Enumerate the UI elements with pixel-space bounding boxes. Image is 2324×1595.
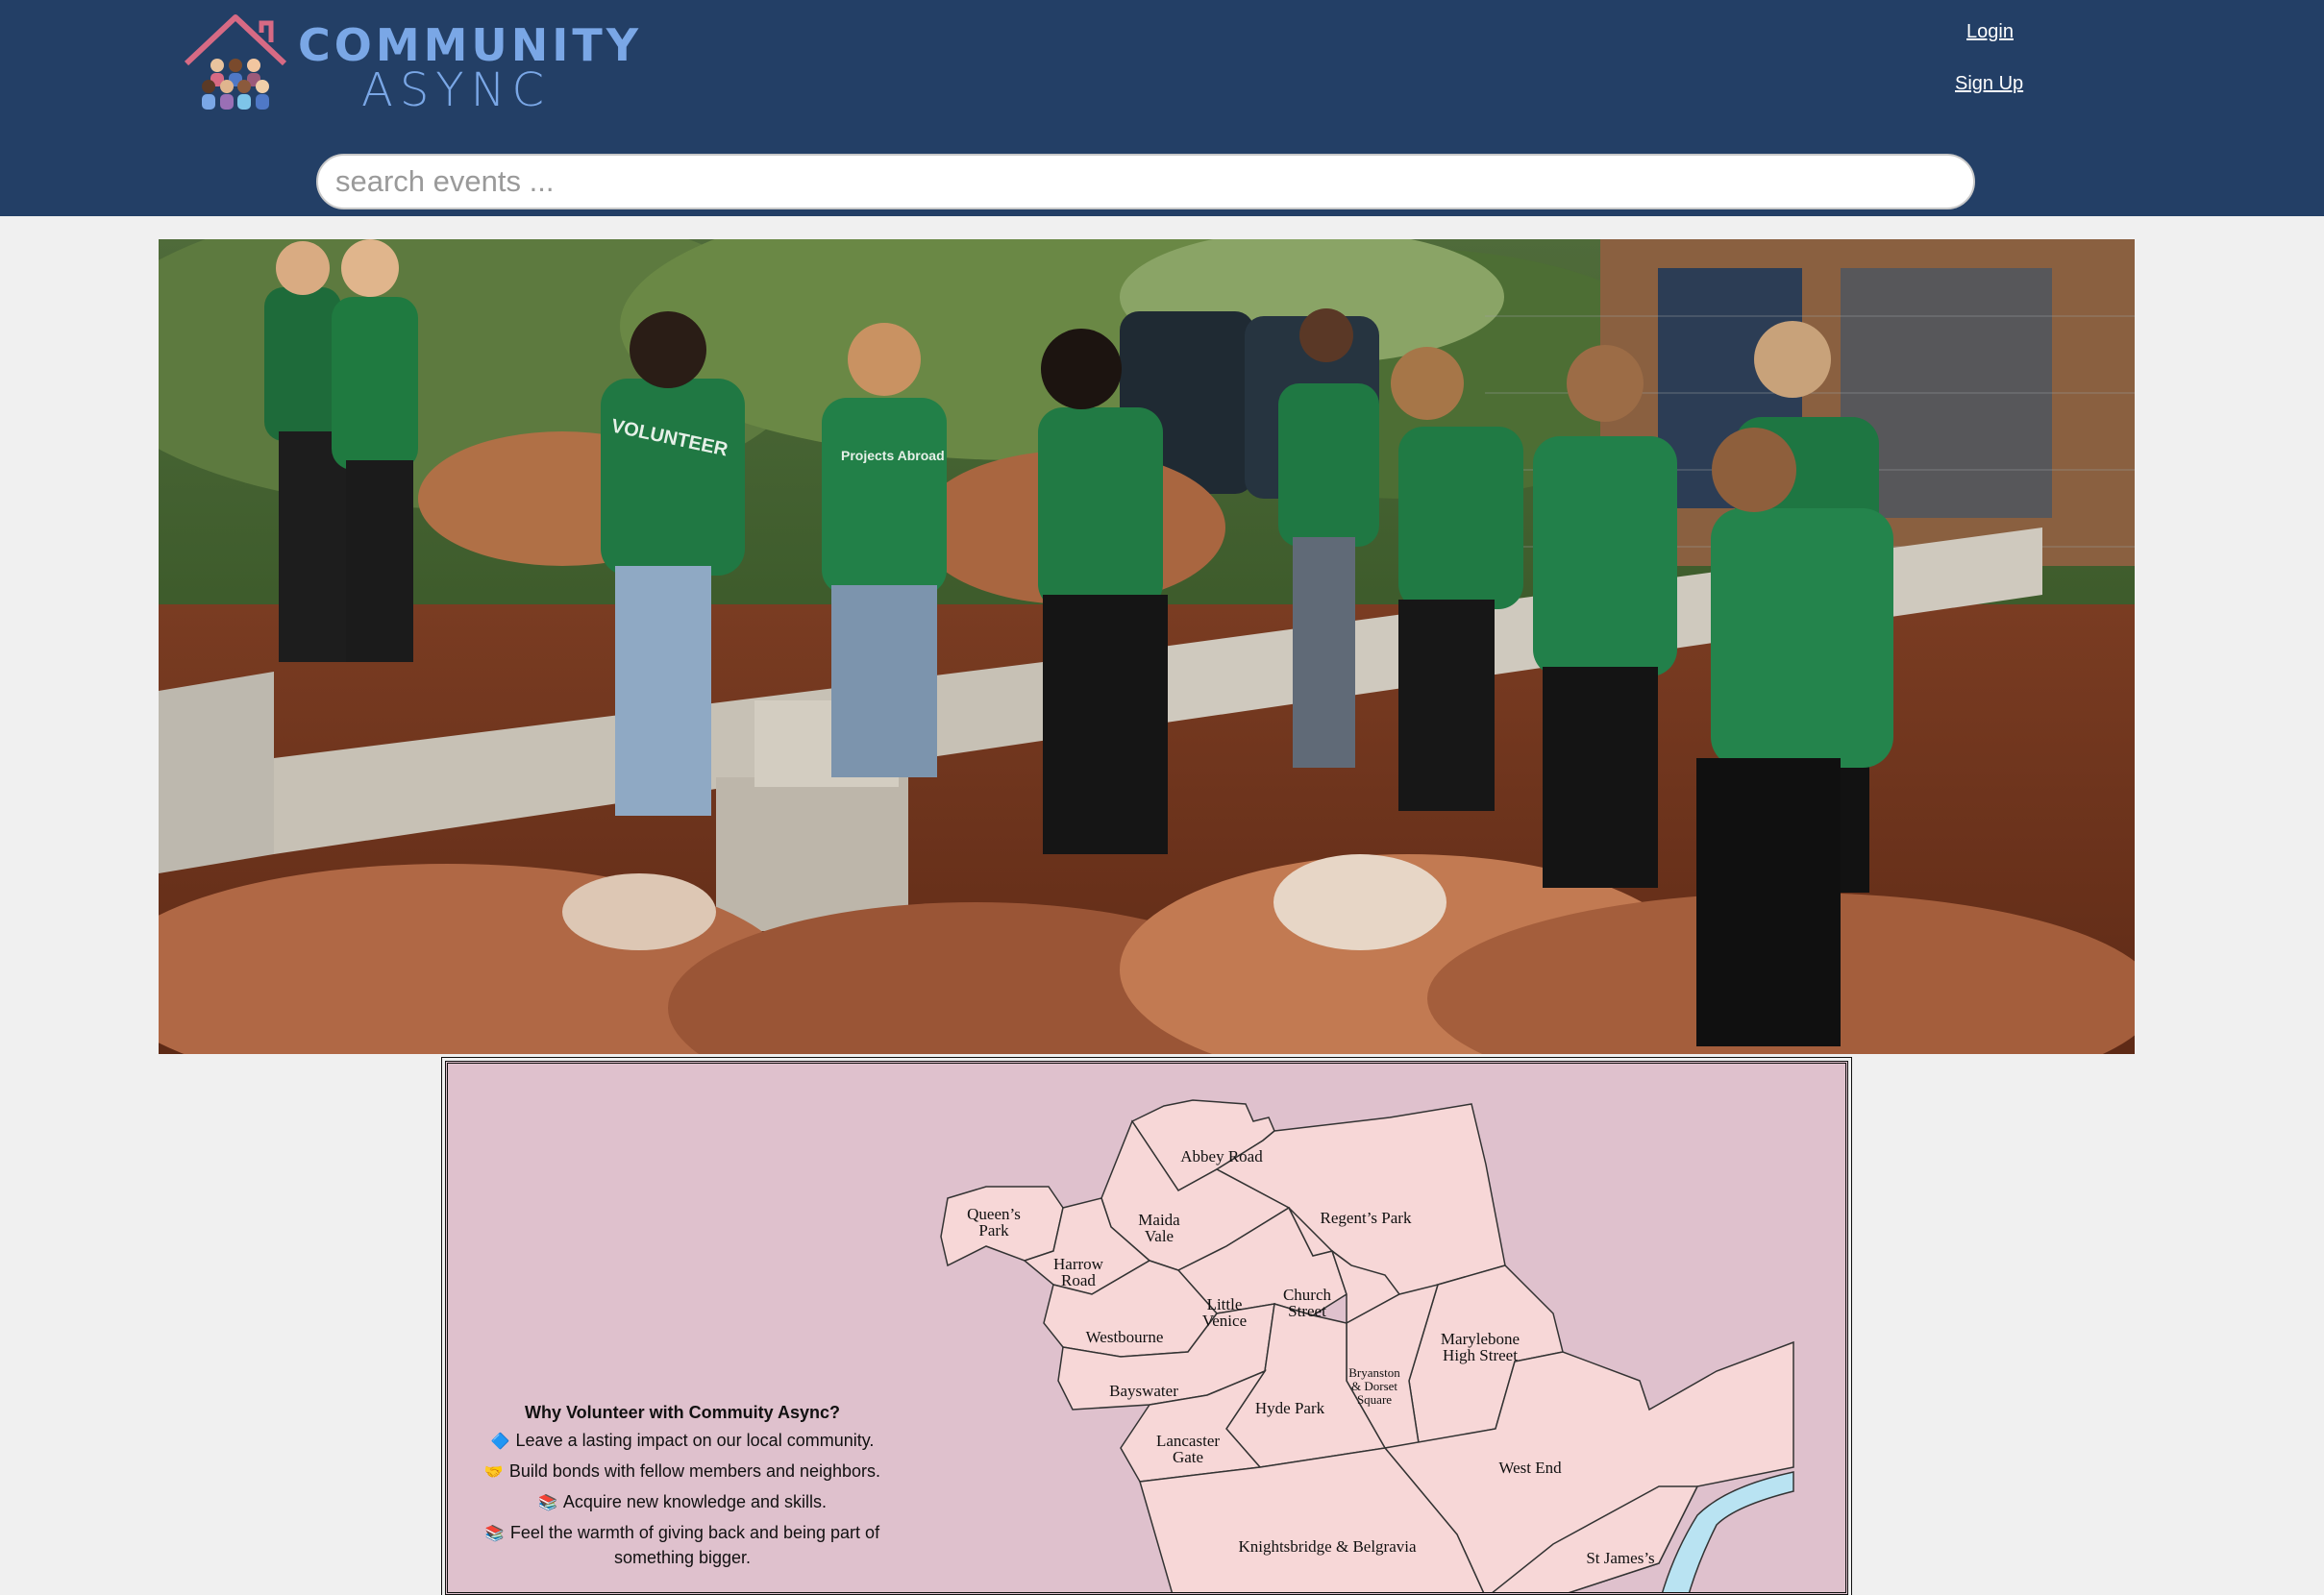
label-st-james: St James’s — [1586, 1549, 1654, 1567]
why-item-text: Build bonds with fellow members and neig… — [508, 1461, 881, 1481]
why-item-text: Leave a lasting impact on our local comm… — [515, 1431, 875, 1450]
logo-text-async: ASYNC — [361, 63, 552, 117]
handshake-icon: 🤝 — [483, 1464, 504, 1481]
label-bryanston-line: Square — [1357, 1392, 1392, 1407]
label-harrow-road-line: Road — [1061, 1271, 1096, 1289]
label-little-venice-line: Venice — [1202, 1312, 1247, 1330]
label-marylebone-line: High Street — [1443, 1346, 1518, 1364]
label-abbey-road: Abbey Road — [1180, 1147, 1263, 1166]
search-input[interactable] — [316, 154, 1975, 209]
why-item-giving-back: 📚 Feel the warmth of giving back and bein… — [471, 1521, 894, 1569]
why-volunteer-title: Why Volunteer with Commuity Async? — [524, 1403, 841, 1422]
community-async-logo[interactable]: COMMUNITY ASYNC — [183, 12, 638, 117]
why-item-bonds: 🤝 Build bonds with fellow members and nei… — [471, 1460, 894, 1485]
books-icon: 📚 — [484, 1526, 505, 1542]
label-bryanston-line: & Dorset — [1351, 1379, 1397, 1393]
label-bryanston-line: Bryanston — [1348, 1365, 1400, 1380]
shirt-text-projects: Projects Abroad — [841, 448, 945, 463]
label-westbourne: Westbourne — [1086, 1328, 1164, 1346]
label-hyde-park: Hyde Park — [1255, 1399, 1325, 1417]
why-item-text: Acquire new knowledge and skills. — [562, 1492, 828, 1511]
why-item-text: Feel the warmth of giving back and being… — [509, 1523, 880, 1567]
house-people-icon — [184, 14, 287, 110]
label-bayswater: Bayswater — [1109, 1382, 1178, 1400]
why-item-impact: 🔷 Leave a lasting impact on our local com… — [471, 1429, 894, 1454]
why-volunteer-section: Why Volunteer with Commuity Async? 🔷 Leav… — [471, 1403, 894, 1575]
why-item-skills: 📚 Acquire new knowledge and skills. — [471, 1490, 894, 1515]
label-church-street-line: Street — [1288, 1302, 1326, 1320]
signup-link[interactable]: Sign Up — [1955, 73, 2023, 95]
label-lancaster-gate-line: Gate — [1173, 1448, 1203, 1466]
hero-image-volunteers: VOLUNTEER Projects Abroad — [159, 239, 2135, 1054]
label-regents-park: Regent’s Park — [1321, 1209, 1412, 1227]
label-knightsbridge-belgravia: Knightsbridge & Belgravia — [1238, 1537, 1417, 1556]
label-queens-park-line: Park — [978, 1221, 1009, 1239]
label-marylebone: Marylebone High Street — [1441, 1330, 1520, 1364]
label-west-end: West End — [1498, 1459, 1562, 1477]
label-little-venice: Little Venice — [1202, 1295, 1247, 1330]
login-link[interactable]: Login — [1966, 21, 2014, 43]
books-icon: 📚 — [537, 1495, 557, 1511]
label-maida-vale-line: Vale — [1145, 1227, 1174, 1245]
top-navbar: COMMUNITY ASYNC Login Sign Up — [0, 0, 2324, 216]
diamond-icon: 🔷 — [490, 1434, 510, 1450]
label-church-street: Church Street — [1283, 1286, 1332, 1320]
